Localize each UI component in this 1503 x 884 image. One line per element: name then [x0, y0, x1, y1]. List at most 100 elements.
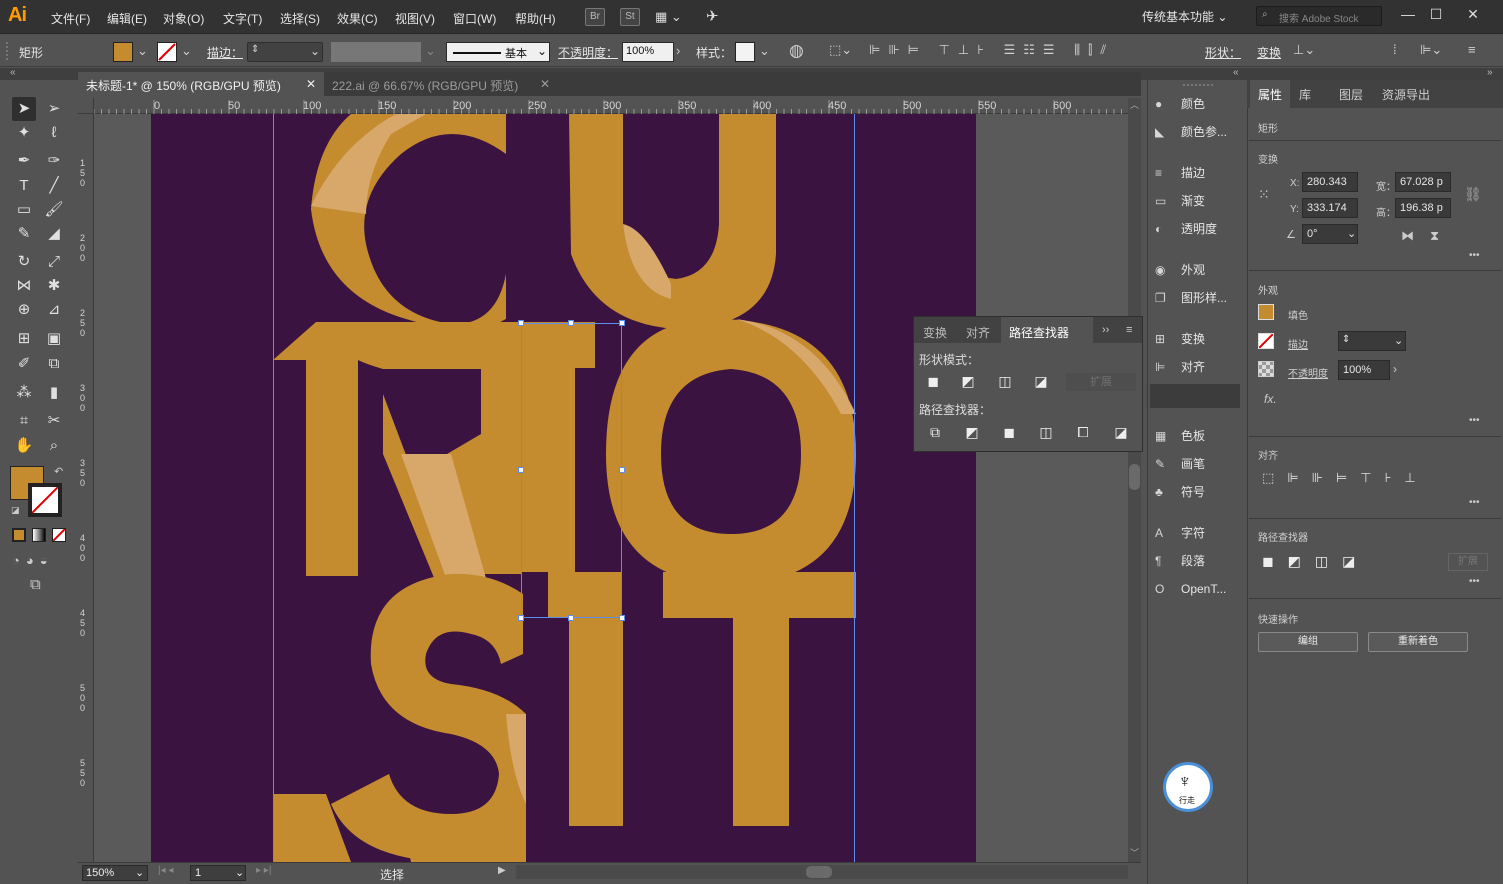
- crop-icon[interactable]: ◫: [1036, 424, 1056, 444]
- menu-help[interactable]: 帮助(H): [515, 10, 556, 27]
- opacity-label[interactable]: 不透明度：: [558, 44, 618, 61]
- tab-transform[interactable]: 变换: [915, 318, 955, 344]
- minus-front-icon[interactable]: ◩: [958, 373, 978, 393]
- dock-item-graphic-styles[interactable]: ❐ 图形样...: [1155, 285, 1227, 311]
- y-input[interactable]: 333.174: [1302, 198, 1358, 218]
- transform-label[interactable]: 变换: [1257, 44, 1281, 61]
- gradient-tool-icon[interactable]: ▣: [42, 327, 66, 351]
- minimize-button[interactable]: —: [1393, 4, 1423, 26]
- chevron-down-icon[interactable]: ⌄: [181, 43, 192, 59]
- bounding-handle[interactable]: [518, 320, 524, 326]
- dock-item-swatches[interactable]: ▦ 色板: [1155, 423, 1205, 449]
- align-buttons-icons[interactable]: ⬚⊫⊪⊨⊤⊦⊥: [1262, 470, 1429, 486]
- x-input[interactable]: 280.343: [1302, 172, 1358, 192]
- dock-item-transparency[interactable]: ◐ 透明度: [1155, 216, 1217, 242]
- dock-item-gradient[interactable]: ▭ 渐变: [1155, 188, 1205, 214]
- bridge-button[interactable]: Br: [585, 8, 605, 26]
- panel-menu-icon[interactable]: ≡: [1126, 324, 1132, 336]
- tab-asset-export[interactable]: 资源导出: [1382, 86, 1430, 103]
- chevron-down-icon[interactable]: ⌄: [425, 43, 436, 59]
- horizontal-scrollbar[interactable]: [516, 865, 1128, 879]
- stroke-label[interactable]: 描边: [1288, 336, 1308, 351]
- blend-tool-icon[interactable]: ⧉: [42, 352, 66, 376]
- outline-icon[interactable]: ⧠: [1073, 424, 1093, 444]
- trim-icon[interactable]: ◩: [962, 424, 982, 444]
- unite-icon[interactable]: ◼: [923, 373, 943, 393]
- shaper-tool-icon[interactable]: ✎: [12, 222, 36, 246]
- menu-type[interactable]: 文字(T): [223, 10, 262, 27]
- line-tool-icon[interactable]: ╱: [42, 174, 66, 198]
- stroke-swatch[interactable]: [157, 42, 177, 62]
- opacity-input[interactable]: 100%: [1338, 360, 1390, 380]
- selection-bounding-box[interactable]: [521, 323, 622, 618]
- intersect-icon[interactable]: ◫: [995, 373, 1015, 393]
- width-input[interactable]: 67.028 p: [1395, 172, 1451, 192]
- collapse-tools-icon[interactable]: «: [10, 67, 16, 78]
- align-objects-icons[interactable]: ⊫⊪⊨ ⊤⊥⊦ ☰☷☰ ⫼⫿⫽: [869, 42, 1114, 58]
- variable-width-profile[interactable]: [331, 42, 421, 62]
- tab-untitled-1[interactable]: 未标题-1* @ 150% (RGB/GPU 预览) ✕: [78, 72, 324, 96]
- bounding-handle[interactable]: [518, 467, 524, 473]
- dock-item-paragraph[interactable]: ¶ 段落: [1155, 548, 1205, 574]
- chevron-right-icon[interactable]: ›: [1393, 362, 1397, 376]
- arrange-documents-icon[interactable]: ▦ ⌄: [655, 9, 682, 25]
- recolor-button[interactable]: 重新着色: [1368, 632, 1468, 652]
- screen-mode-icon[interactable]: ⧉: [30, 576, 41, 593]
- merge-icon[interactable]: ◼: [999, 424, 1019, 444]
- gradient-mode-icon[interactable]: [32, 528, 46, 542]
- tab-pathfinder[interactable]: 路径查找器: [1001, 318, 1077, 344]
- more-options-icon[interactable]: •••: [1469, 497, 1480, 508]
- none-mode-icon[interactable]: [52, 528, 66, 542]
- scroll-thumb[interactable]: [806, 866, 832, 878]
- expand-button[interactable]: 扩展: [1066, 373, 1136, 391]
- curvature-tool-icon[interactable]: ✑: [42, 149, 66, 173]
- default-colors-icon[interactable]: ◪: [11, 505, 20, 516]
- stroke-color-box[interactable]: [28, 483, 62, 517]
- draw-modes-icon[interactable]: ◔◕◒: [12, 553, 54, 568]
- flip-vertical-icon[interactable]: ⧗: [1430, 228, 1439, 244]
- constrain-proportions-icon[interactable]: ⛓: [1464, 186, 1482, 203]
- flip-horizontal-icon[interactable]: ⧓: [1401, 228, 1414, 244]
- menu-edit[interactable]: 编辑(E): [107, 10, 147, 27]
- shape-label[interactable]: 形状：: [1205, 44, 1241, 61]
- dock-item-align[interactable]: ⊫ 对齐: [1155, 354, 1205, 380]
- menu-window[interactable]: 窗口(W): [453, 10, 496, 27]
- stepper-icon[interactable]: ⇕: [1342, 334, 1350, 345]
- gpu-performance-icon[interactable]: ✈: [706, 7, 719, 25]
- menu-view[interactable]: 视图(V): [395, 10, 435, 27]
- tab-properties[interactable]: 属性: [1258, 86, 1282, 103]
- dock-item-stroke[interactable]: ≡ 描边: [1155, 160, 1205, 186]
- opacity-input[interactable]: 100%: [622, 42, 674, 62]
- guide-line[interactable]: [273, 114, 274, 862]
- bounding-handle[interactable]: [619, 615, 625, 621]
- rectangle-tool-icon[interactable]: ▭: [12, 198, 36, 222]
- paintbrush-tool-icon[interactable]: 🖌: [42, 198, 66, 222]
- eraser-tool-icon[interactable]: ◢: [42, 222, 66, 246]
- slice-tool-icon[interactable]: ✂: [42, 409, 66, 433]
- ruler-origin[interactable]: [78, 98, 94, 114]
- mesh-tool-icon[interactable]: ⊞: [12, 327, 36, 351]
- hand-tool-icon[interactable]: ✋: [12, 434, 36, 458]
- group-button[interactable]: 编组: [1258, 632, 1358, 652]
- stepper-icon[interactable]: ⇕: [251, 44, 259, 55]
- swap-colors-icon[interactable]: ↶: [54, 465, 63, 478]
- bounding-handle[interactable]: [619, 467, 625, 473]
- next-artboard-icon[interactable]: ▸ ▸|: [256, 865, 271, 876]
- more-options-icon[interactable]: •••: [1469, 250, 1480, 261]
- width-tool-icon[interactable]: ⋈: [12, 274, 36, 298]
- collapse-properties-icon[interactable]: »: [1487, 67, 1493, 78]
- artboard-number-field[interactable]: 1 ⌄: [190, 865, 246, 881]
- bounding-handle[interactable]: [518, 615, 524, 621]
- align-to-selection-icon[interactable]: ⬚⌄: [829, 42, 852, 58]
- graphic-style-swatch[interactable]: [735, 42, 755, 62]
- dock-grip[interactable]: [1183, 84, 1213, 86]
- arrange-icon[interactable]: ⊫⌄: [1420, 42, 1442, 58]
- puppet-warp-tool-icon[interactable]: ✱: [42, 274, 66, 298]
- expand-button[interactable]: 扩展: [1448, 553, 1488, 571]
- exclude-icon[interactable]: ◪: [1031, 373, 1051, 393]
- guide-line[interactable]: [854, 114, 855, 862]
- tab-222-ai[interactable]: 222.ai @ 66.67% (RGB/GPU 预览) ✕: [324, 72, 554, 96]
- rotate-input[interactable]: 0° ⌄: [1302, 224, 1358, 244]
- bounding-handle[interactable]: [568, 320, 574, 326]
- panel-menu-icon[interactable]: ≡: [1468, 42, 1476, 57]
